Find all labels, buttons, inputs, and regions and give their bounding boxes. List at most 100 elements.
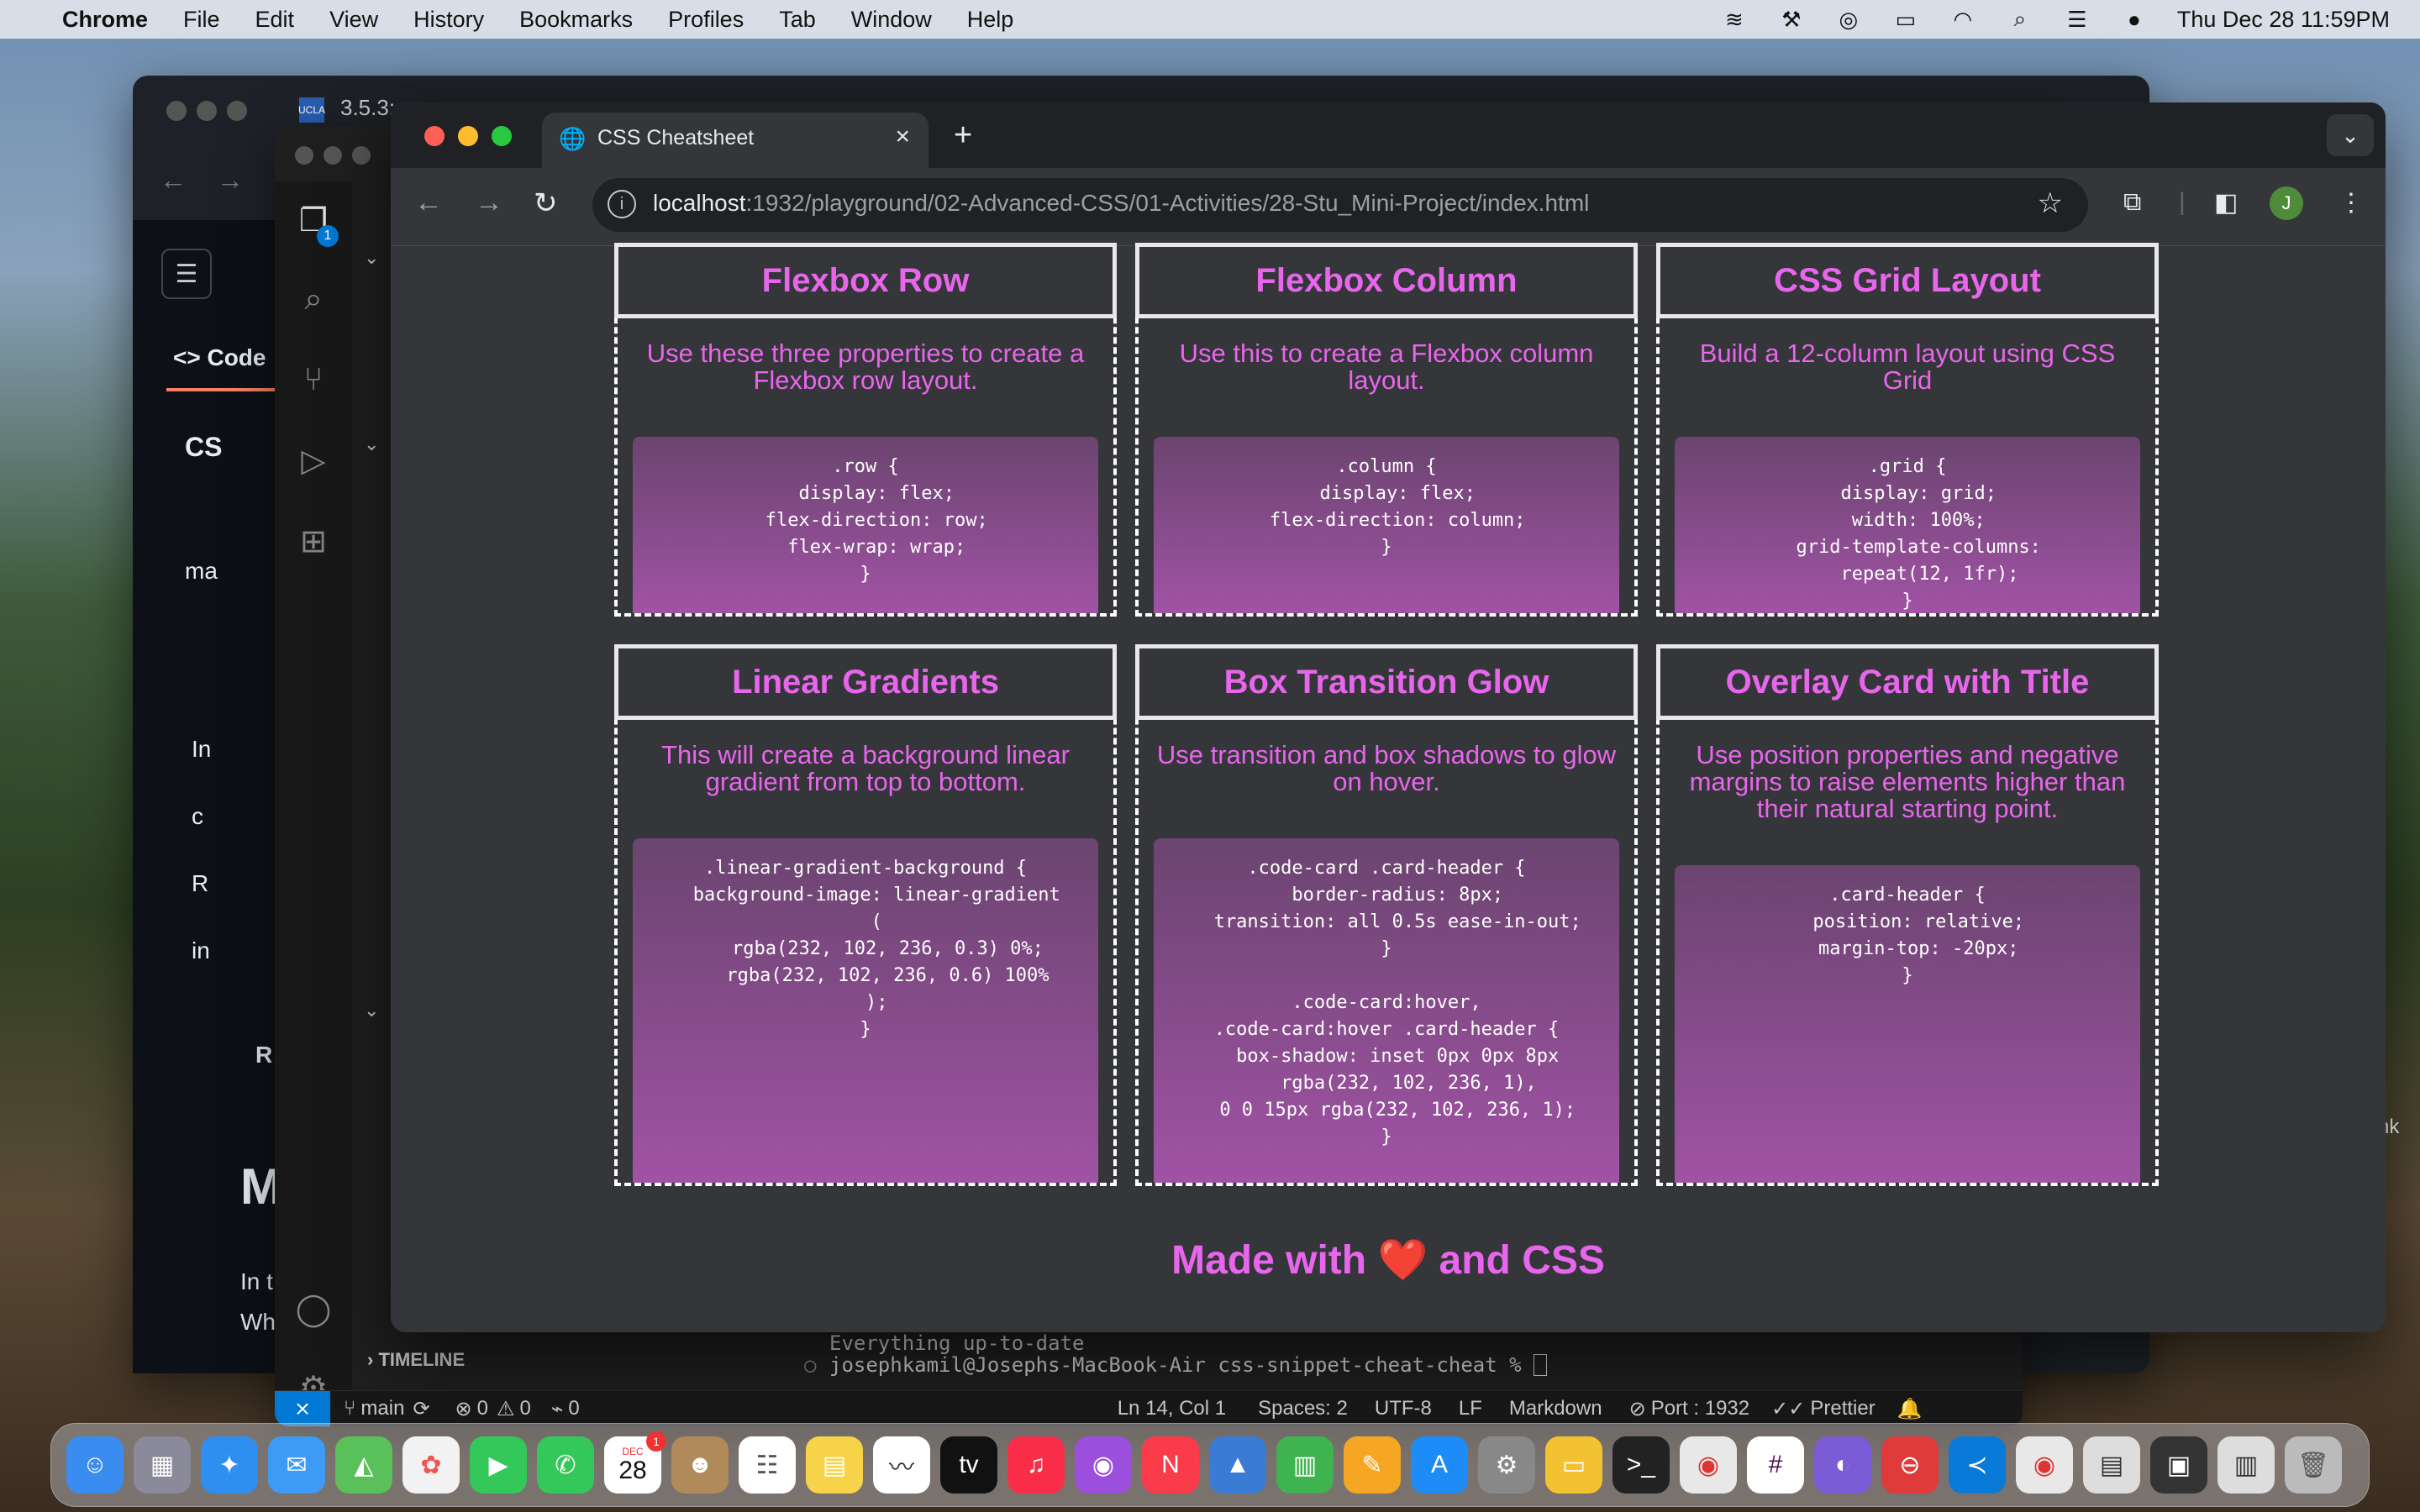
pages-icon[interactable]: ✎ [1344,1436,1401,1494]
vscode-terminal[interactable]: Everything up-to-date ○ josephkamil@Jose… [804,1332,2014,1376]
git-client-icon[interactable]: ⊖ [1881,1436,1939,1494]
slack-icon[interactable]: # [1747,1436,1804,1494]
window-close-button[interactable] [166,101,187,121]
github-file-4[interactable]: in [192,937,210,964]
photos-icon[interactable]: ✿ [402,1436,460,1494]
apple-tv-icon[interactable]: tv [940,1436,997,1494]
control-center-icon[interactable]: ☰ [2063,7,2091,32]
window-minimize-button[interactable] [458,126,478,146]
chrome-secondary-icon[interactable]: ◉ [2016,1436,2073,1494]
card-linear-gradients[interactable]: Linear Gradients This will create a back… [614,644,1117,1186]
music-icon[interactable]: ♫ [1007,1436,1065,1494]
calendar-icon[interactable]: DEC 28 1 [604,1431,666,1494]
status-indentation[interactable]: Spaces: 2 [1258,1397,1348,1420]
chrome-icon[interactable]: ◉ [1680,1436,1737,1494]
chevron-down-icon[interactable]: ⌄ [364,433,379,455]
background-tab-title[interactable]: 3.5.3: [340,95,395,121]
reminders-icon[interactable]: ☷ [739,1436,796,1494]
podcasts-icon[interactable]: ◉ [1075,1436,1132,1494]
status-prettier[interactable]: Prettier [1810,1397,1875,1420]
tools-icon[interactable]: ⚒ [1777,7,1806,32]
chevron-down-icon[interactable]: ⌄ [364,247,379,269]
window-minimize-button[interactable] [197,101,217,121]
notes-icon[interactable]: ▤ [806,1436,863,1494]
github-code-tab[interactable]: <> Code [173,344,266,371]
hamburger-menu-icon[interactable]: ☰ [161,249,212,299]
keynote-icon[interactable]: ▲ [1209,1436,1266,1494]
creative-cloud-icon[interactable]: ◎ [1834,7,1863,32]
sync-icon[interactable]: ⟳ [413,1397,429,1421]
finder-icon[interactable]: ☺ [66,1436,124,1494]
timeline-section[interactable]: › TIMELINE [367,1349,465,1371]
document-thumbnail-icon[interactable]: ▤ [2083,1436,2140,1494]
status-errors[interactable]: 0 [477,1397,488,1420]
trash-icon[interactable]: 🗑 [2285,1436,2342,1494]
address-bar[interactable]: i localhost:1932/playground/02-Advanced-… [592,178,2088,232]
reload-button[interactable]: ↻ [534,186,558,220]
card-overlay-title[interactable]: Overlay Card with Title Use position pro… [1656,644,2159,1186]
forward-arrow-icon[interactable]: → [217,165,244,196]
menu-history[interactable]: History [413,7,484,33]
menu-help[interactable]: Help [967,7,1014,33]
app-store-icon[interactable]: A [1411,1436,1468,1494]
status-cursor-position[interactable]: Ln 14, Col 1 [1118,1397,1226,1420]
card-box-transition-glow[interactable]: Box Transition Glow Use transition and b… [1135,644,1638,1186]
status-branch[interactable]: main [360,1397,404,1420]
more-menu-icon[interactable]: ⋮ [2338,188,2364,218]
messages-icon[interactable]: ✆ [537,1436,594,1494]
folder-icon[interactable]: ▭ [1545,1436,1602,1494]
status-warnings[interactable]: 0 [520,1397,531,1420]
url-text[interactable]: localhost:1932/playground/02-Advanced-CS… [653,190,1589,217]
search-icon[interactable]: ⌕ [2006,6,2034,31]
menu-profiles[interactable]: Profiles [668,7,744,33]
facetime-icon[interactable]: ▶ [470,1436,527,1494]
window-close-button[interactable] [424,126,445,146]
card-css-grid[interactable]: CSS Grid Layout Build a 12-column layout… [1656,243,2159,617]
menu-window[interactable]: Window [851,7,932,33]
source-control-icon[interactable]: ⑂ [293,360,334,400]
bookmark-star-icon[interactable]: ☆ [2038,186,2063,220]
vscode-minimize-button[interactable] [324,146,342,165]
battery-icon[interactable]: ▭ [1891,7,1920,32]
tab-css-cheatsheet[interactable]: 🌐 CSS Cheatsheet × [542,113,929,168]
window-zoom-button[interactable] [492,126,512,146]
github-file-3[interactable]: R [192,870,208,897]
site-info-icon[interactable]: i [608,190,636,218]
back-arrow-icon[interactable]: ← [160,165,187,196]
side-panel-icon[interactable]: ◧ [2214,188,2238,218]
github-file-2[interactable]: c [192,803,203,830]
new-tab-button[interactable]: + [954,118,972,154]
status-language[interactable]: Markdown [1509,1397,1602,1420]
run-debug-icon[interactable]: ▷ [293,440,334,480]
menu-app-name[interactable]: Chrome [62,7,148,33]
status-ports[interactable]: 0 [568,1397,579,1420]
siri-icon[interactable]: ● [2120,7,2149,32]
stage-manager-icon[interactable]: ≋ [1720,7,1749,32]
safari-icon[interactable]: ✦ [201,1436,258,1494]
system-settings-icon[interactable]: ⚙ [1478,1436,1535,1494]
mail-icon[interactable]: ✉ [268,1436,325,1494]
forward-button[interactable]: → [475,186,503,219]
status-live-server-port[interactable]: Port : 1932 [1651,1397,1749,1420]
numbers-icon[interactable]: ▥ [1276,1436,1334,1494]
vscode-close-button[interactable] [295,146,313,165]
vscode-zoom-button[interactable] [352,146,371,165]
screenshot-thumbnail-icon[interactable]: ▣ [2150,1436,2207,1494]
menu-tab[interactable]: Tab [779,7,816,33]
contacts-icon[interactable]: ☻ [671,1436,729,1494]
menu-view[interactable]: View [329,7,378,33]
menubar-datetime[interactable]: Thu Dec 28 11:59PM [2177,7,2390,33]
remote-indicator-icon[interactable]: ⨯ [275,1391,330,1426]
vscode-icon[interactable]: ≺ [1949,1436,2006,1494]
status-eol[interactable]: LF [1459,1397,1482,1420]
search-icon[interactable]: ⌕ [293,279,334,319]
news-icon[interactable]: N [1142,1436,1199,1494]
extensions-icon[interactable]: ⊞ [293,521,334,561]
wifi-icon[interactable]: ◠ [1949,7,1977,32]
maps-icon[interactable]: ◭ [335,1436,392,1494]
menu-bookmarks[interactable]: Bookmarks [519,7,633,33]
menu-file[interactable]: File [183,7,220,33]
window-zoom-button[interactable] [227,101,247,121]
chrome-window[interactable]: 🌐 CSS Cheatsheet × + ⌄ ← → ↻ i localhost… [391,102,2386,1332]
terminal-icon[interactable]: >_ [1612,1436,1670,1494]
